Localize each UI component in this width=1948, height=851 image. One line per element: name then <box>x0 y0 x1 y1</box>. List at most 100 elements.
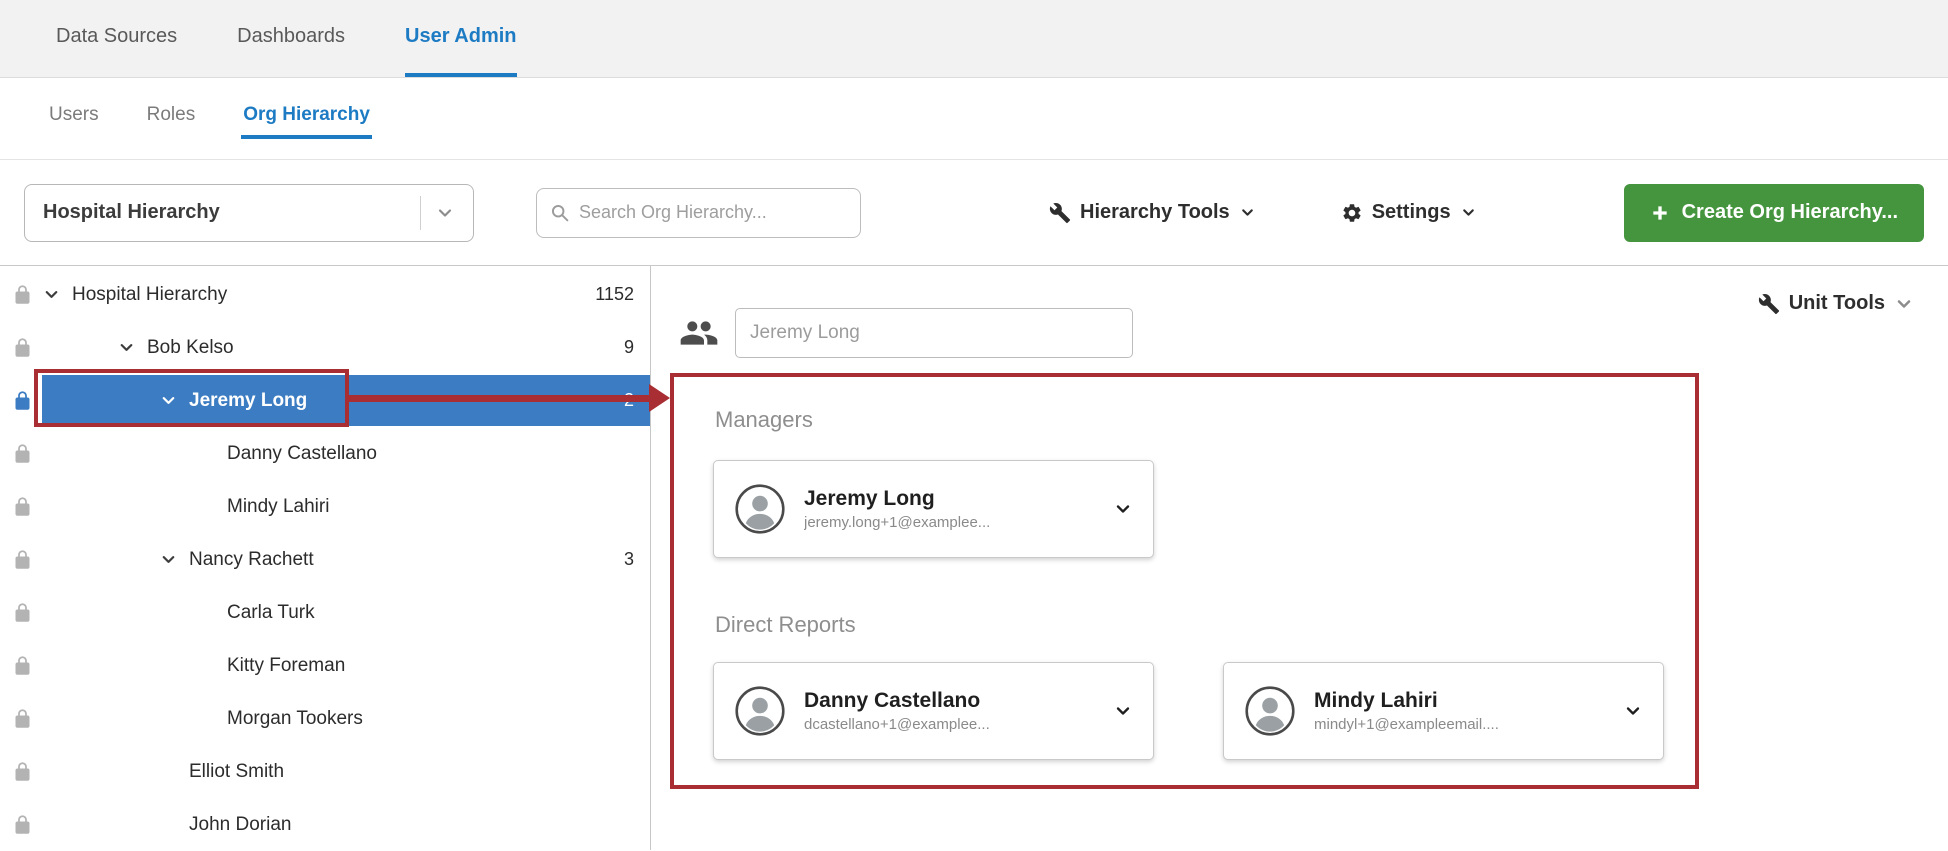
expand-chevron-icon[interactable] <box>159 762 189 781</box>
hierarchy-tools-menu[interactable]: Hierarchy Tools <box>1049 201 1256 224</box>
person-info: Danny Castellano dcastellano+1@examplee.… <box>804 689 990 733</box>
chevron-down-icon[interactable] <box>1113 499 1133 519</box>
tree-row-kitty-foreman[interactable]: Kitty Foreman <box>0 639 650 692</box>
secondary-tab-org-hierarchy[interactable]: Org Hierarchy <box>241 98 372 139</box>
person-email: dcastellano+1@examplee... <box>804 716 990 733</box>
expand-chevron-icon[interactable] <box>42 285 72 304</box>
tree-row-carla-turk[interactable]: Carla Turk <box>0 586 650 639</box>
expand-chevron-icon[interactable] <box>159 391 189 410</box>
search-input[interactable] <box>579 202 848 223</box>
tree-row-danny-castellano[interactable]: Danny Castellano <box>0 427 650 480</box>
chevron-down-icon[interactable] <box>1113 701 1133 721</box>
primary-tab-label: User Admin <box>405 25 517 48</box>
tree-row-label: Carla Turk <box>227 602 315 624</box>
person-email: jeremy.long+1@examplee... <box>804 514 990 531</box>
app-root: Data Sources Dashboards User Admin Users… <box>0 0 1948 850</box>
unit-detail-panel: Unit Tools Managers Jeremy Long jeremy.l… <box>651 266 1948 850</box>
tree-row-count: 9 <box>624 337 634 358</box>
tree-row-mindy-lahiri[interactable]: Mindy Lahiri <box>0 480 650 533</box>
unit-name-row <box>679 308 1133 358</box>
unit-name-input[interactable] <box>735 308 1133 358</box>
secondary-tab-label: Roles <box>147 104 196 125</box>
avatar-icon <box>734 483 786 535</box>
expand-chevron-icon[interactable] <box>197 709 227 728</box>
expand-chevron-icon[interactable] <box>159 815 189 834</box>
tree-row-count: 1152 <box>595 284 634 305</box>
create-org-hierarchy-button[interactable]: Create Org Hierarchy... <box>1624 184 1924 242</box>
group-icon <box>679 313 719 353</box>
lock-icon <box>12 655 33 676</box>
gear-icon <box>1341 202 1363 224</box>
person-info: Jeremy Long jeremy.long+1@examplee... <box>804 487 990 531</box>
tree-row-label: Jeremy Long <box>189 390 307 412</box>
expand-chevron-icon[interactable] <box>197 656 227 675</box>
tree-row-john-dorian[interactable]: John Dorian <box>0 798 650 851</box>
secondary-tab-roles[interactable]: Roles <box>145 98 198 139</box>
tree-row-morgan-tookers[interactable]: Morgan Tookers <box>0 692 650 745</box>
tree-row-elliot-smith[interactable]: Elliot Smith <box>0 745 650 798</box>
primary-nav: Data Sources Dashboards User Admin <box>0 0 1948 78</box>
expand-chevron-icon[interactable] <box>197 444 227 463</box>
expand-chevron-icon[interactable] <box>117 338 147 357</box>
search-icon <box>549 202 570 223</box>
secondary-tab-label: Users <box>49 104 99 125</box>
primary-tab-user-admin[interactable]: User Admin <box>405 0 517 77</box>
primary-tab-label: Dashboards <box>237 25 345 48</box>
chevron-down-icon <box>1239 204 1256 221</box>
direct-reports-card-list: Danny Castellano dcastellano+1@examplee.… <box>713 662 1664 760</box>
person-name: Mindy Lahiri <box>1314 689 1499 713</box>
settings-menu[interactable]: Settings <box>1341 201 1477 224</box>
tree-row-count: 2 <box>624 390 634 411</box>
tree-row-label: Elliot Smith <box>189 761 284 783</box>
person-name: Jeremy Long <box>804 487 990 511</box>
lock-icon <box>12 814 33 835</box>
person-info: Mindy Lahiri mindyl+1@exampleemail.... <box>1314 689 1499 733</box>
lock-icon <box>12 708 33 729</box>
main-content: Hospital Hierarchy 1152 Bob Kelso 9 Jere… <box>0 266 1948 850</box>
managers-card-list: Jeremy Long jeremy.long+1@examplee... <box>713 460 1154 558</box>
expand-chevron-icon[interactable] <box>159 550 189 569</box>
managers-heading: Managers <box>715 407 813 433</box>
direct-report-card-mindy-lahiri[interactable]: Mindy Lahiri mindyl+1@exampleemail.... <box>1223 662 1664 760</box>
primary-tab-dashboards[interactable]: Dashboards <box>237 0 345 77</box>
plus-icon <box>1650 203 1670 223</box>
primary-tab-data-sources[interactable]: Data Sources <box>56 0 177 77</box>
unit-tools-menu[interactable]: Unit Tools <box>1758 292 1914 315</box>
expand-chevron-icon[interactable] <box>197 497 227 516</box>
person-name: Danny Castellano <box>804 689 990 713</box>
tree-row-label: Kitty Foreman <box>227 655 345 677</box>
tree-row-label: Mindy Lahiri <box>227 496 329 518</box>
person-email: mindyl+1@exampleemail.... <box>1314 716 1499 733</box>
direct-report-card-danny-castellano[interactable]: Danny Castellano dcastellano+1@examplee.… <box>713 662 1154 760</box>
secondary-tab-users[interactable]: Users <box>47 98 101 139</box>
lock-icon <box>12 496 33 517</box>
secondary-tab-label: Org Hierarchy <box>243 104 370 125</box>
lock-icon <box>12 390 33 411</box>
tree-row-bob-kelso[interactable]: Bob Kelso 9 <box>0 321 650 374</box>
tree-row-count: 3 <box>624 549 634 570</box>
chevron-down-icon <box>1460 204 1477 221</box>
chevron-down-icon <box>435 203 455 223</box>
hierarchy-selector[interactable]: Hospital Hierarchy <box>24 184 474 242</box>
secondary-nav: Users Roles Org Hierarchy <box>0 78 1948 160</box>
avatar-icon <box>734 685 786 737</box>
lock-icon <box>12 337 33 358</box>
manager-card-jeremy-long[interactable]: Jeremy Long jeremy.long+1@examplee... <box>713 460 1154 558</box>
expand-chevron-icon[interactable] <box>197 603 227 622</box>
search-box[interactable] <box>536 188 861 238</box>
hierarchy-selector-value: Hospital Hierarchy <box>43 201 220 224</box>
wrench-icon <box>1758 293 1780 315</box>
lock-icon <box>12 284 33 305</box>
lock-icon <box>12 602 33 623</box>
unit-tools-label: Unit Tools <box>1789 292 1885 315</box>
settings-label: Settings <box>1372 201 1451 224</box>
tree-row-nancy-rachett[interactable]: Nancy Rachett 3 <box>0 533 650 586</box>
wrench-icon <box>1049 202 1071 224</box>
tree-row-label: Morgan Tookers <box>227 708 363 730</box>
chevron-down-icon <box>1894 294 1914 314</box>
chevron-down-icon[interactable] <box>1623 701 1643 721</box>
primary-tab-label: Data Sources <box>56 25 177 48</box>
tree-row-hospital-hierarchy[interactable]: Hospital Hierarchy 1152 <box>0 268 650 321</box>
lock-icon <box>12 443 33 464</box>
tree-row-jeremy-long[interactable]: Jeremy Long 2 <box>0 374 650 427</box>
